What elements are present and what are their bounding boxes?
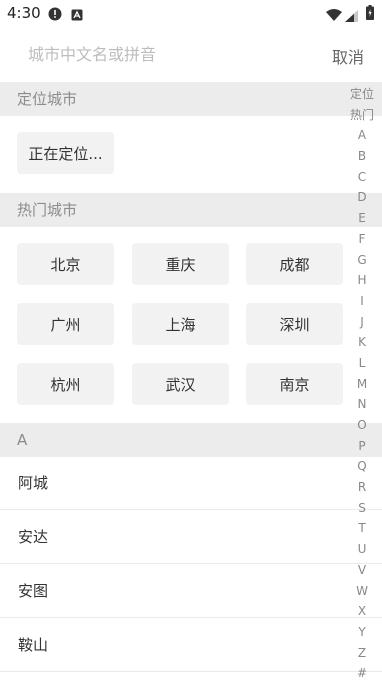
hot-city-chip[interactable]: 杭州 (17, 363, 114, 405)
notification-alert-icon (48, 6, 62, 25)
index-letter[interactable]: U (358, 539, 367, 560)
battery-icon (366, 5, 374, 24)
alphabet-index-bar[interactable]: 定位 热门 A B C D E F G H I J K L M N O P Q R S T U V W X Y Z # (348, 84, 376, 684)
hot-city-chip[interactable]: 武汉 (132, 363, 229, 405)
city-list-item[interactable]: 鞍山 (0, 619, 382, 672)
city-list-item[interactable]: 安达 (0, 511, 382, 564)
index-letter[interactable]: O (357, 415, 366, 436)
index-letter[interactable]: D (357, 187, 366, 208)
letter-section-header-a: A (0, 423, 382, 457)
index-letter[interactable]: C (358, 167, 366, 188)
index-letter[interactable]: Z (358, 643, 366, 664)
hot-city-chip[interactable]: 深圳 (246, 303, 343, 345)
status-time: 4:30 (7, 4, 41, 22)
index-letter[interactable]: M (357, 374, 367, 395)
hot-city-chip[interactable]: 广州 (17, 303, 114, 345)
index-letter[interactable]: 热门 (350, 105, 374, 126)
index-letter[interactable]: P (358, 436, 365, 457)
status-bar: 4:30 (0, 0, 382, 26)
city-list-item[interactable]: 安图 (0, 565, 382, 618)
index-letter[interactable]: X (358, 601, 366, 622)
index-letter[interactable]: T (358, 518, 365, 539)
index-letter[interactable]: L (359, 353, 366, 374)
index-letter[interactable]: # (357, 663, 367, 684)
hot-city-chip[interactable]: 成都 (246, 243, 343, 285)
hot-city-chip[interactable]: 重庆 (132, 243, 229, 285)
hot-city-chip[interactable]: 南京 (246, 363, 343, 405)
wifi-icon (326, 6, 342, 25)
index-letter[interactable]: B (358, 146, 366, 167)
search-bar: 取消 (0, 30, 382, 78)
index-letter[interactable]: F (359, 229, 366, 250)
index-letter[interactable]: W (356, 581, 368, 602)
index-letter[interactable]: Y (358, 622, 365, 643)
index-letter[interactable]: E (358, 208, 366, 229)
cancel-button[interactable]: 取消 (332, 44, 364, 68)
current-location-chip[interactable]: 正在定位... (17, 132, 114, 174)
notification-app-icon (71, 6, 83, 25)
search-input[interactable] (16, 40, 330, 68)
index-letter[interactable]: V (358, 560, 366, 581)
index-letter[interactable]: J (360, 312, 364, 333)
location-section-header: 定位城市 (0, 82, 382, 116)
index-letter[interactable]: Q (357, 456, 366, 477)
hot-city-chip[interactable]: 上海 (132, 303, 229, 345)
index-letter[interactable]: K (358, 332, 366, 353)
index-letter[interactable]: S (358, 498, 366, 519)
index-letter[interactable]: N (358, 394, 367, 415)
index-letter[interactable]: G (357, 250, 366, 271)
index-letter[interactable]: 定位 (350, 84, 374, 105)
index-letter[interactable]: R (358, 477, 366, 498)
cell-signal-icon (345, 7, 358, 26)
index-letter[interactable]: H (357, 270, 366, 291)
hot-city-chip[interactable]: 北京 (17, 243, 114, 285)
hot-cities-section-header: 热门城市 (0, 193, 382, 227)
index-letter[interactable]: I (360, 291, 364, 312)
city-list-item[interactable]: 阿城 (0, 457, 382, 510)
index-letter[interactable]: A (358, 125, 366, 146)
